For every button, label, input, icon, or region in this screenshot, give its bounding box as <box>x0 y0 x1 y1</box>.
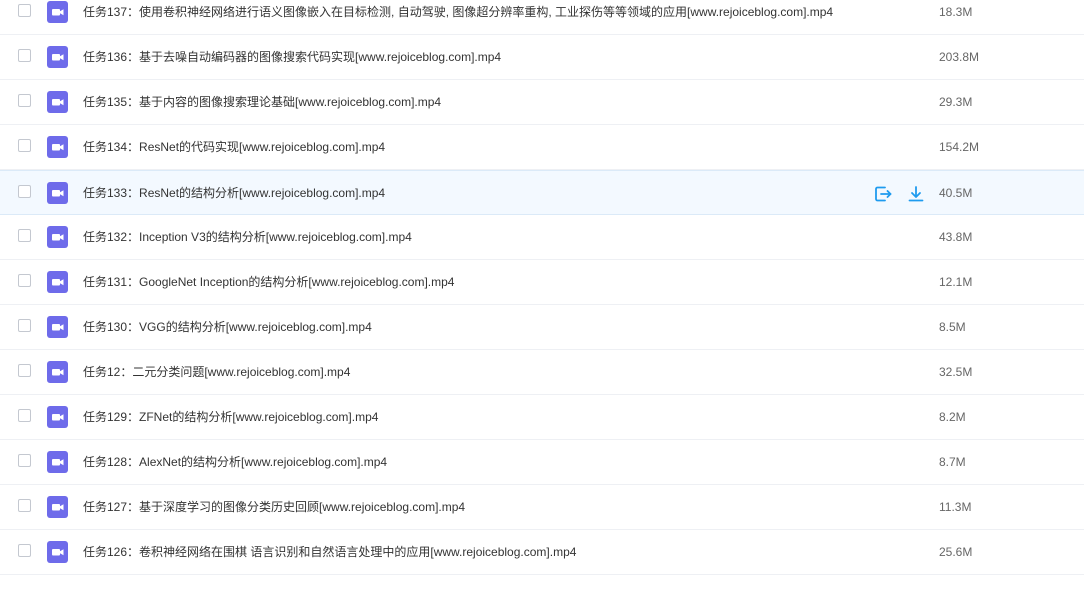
file-row[interactable]: 任务130：VGG的结构分析[www.rejoiceblog.com].mp4 8… <box>0 305 1084 350</box>
file-size: 29.3M <box>939 95 973 109</box>
file-name-link[interactable]: 任务130：VGG的结构分析[www.rejoiceblog.com].mp4 <box>83 319 372 335</box>
video-file-icon <box>47 182 68 204</box>
file-row[interactable]: 任务126：卷积神经网络在围棋 语言识别和自然语言处理中的应用[www.rejo… <box>0 530 1084 575</box>
video-file-icon <box>47 451 68 473</box>
row-checkbox[interactable] <box>18 185 31 198</box>
row-checkbox[interactable] <box>18 319 31 332</box>
video-file-icon <box>47 271 68 293</box>
file-size: 8.7M <box>939 455 966 469</box>
file-size: 154.2M <box>939 140 980 154</box>
file-name-link[interactable]: 任务133：ResNet的结构分析[www.rejoiceblog.com].m… <box>83 185 385 201</box>
file-row[interactable]: 任务134：ResNet的代码实现[www.rejoiceblog.com].m… <box>0 125 1084 170</box>
row-checkbox[interactable] <box>18 544 31 557</box>
file-size: 25.6M <box>939 545 973 559</box>
row-checkbox[interactable] <box>18 454 31 467</box>
row-checkbox[interactable] <box>18 274 31 287</box>
file-size: 203.8M <box>939 50 980 64</box>
download-icon <box>908 186 924 202</box>
file-size: 8.5M <box>939 320 966 334</box>
file-row[interactable]: 任务136：基于去噪自动编码器的图像搜索代码实现[www.rejoiceblog… <box>0 35 1084 80</box>
file-size: 8.2M <box>939 410 966 424</box>
file-name-link[interactable]: 任务132：Inception V3的结构分析[www.rejoiceblog.… <box>83 229 412 245</box>
file-size: 32.5M <box>939 365 973 379</box>
file-row[interactable]: 任务135：基于内容的图像搜索理论基础[www.rejoiceblog.com]… <box>0 80 1084 125</box>
video-file-icon <box>47 136 68 158</box>
file-name-link[interactable]: 任务134：ResNet的代码实现[www.rejoiceblog.com].m… <box>83 139 385 155</box>
file-list: 任务137：使用卷积神经网络进行语义图像嵌入在目标检测, 自动驾驶, 图像超分辨… <box>0 0 1084 599</box>
file-name-link[interactable]: 任务131：GoogleNet Inception的结构分析[www.rejoi… <box>83 274 455 290</box>
file-row[interactable]: 任务131：GoogleNet Inception的结构分析[www.rejoi… <box>0 260 1084 305</box>
video-file-icon <box>47 316 68 338</box>
row-checkbox[interactable] <box>18 94 31 107</box>
file-name-link[interactable]: 任务127：基于深度学习的图像分类历史回顾[www.rejoiceblog.co… <box>83 499 465 515</box>
video-file-icon <box>47 361 68 383</box>
file-row[interactable]: 任务132：Inception V3的结构分析[www.rejoiceblog.… <box>0 215 1084 260</box>
row-checkbox[interactable] <box>18 409 31 422</box>
row-checkbox[interactable] <box>18 499 31 512</box>
row-checkbox[interactable] <box>18 364 31 377</box>
file-name-link[interactable]: 任务135：基于内容的图像搜索理论基础[www.rejoiceblog.com]… <box>83 94 441 110</box>
file-name-link[interactable]: 任务136：基于去噪自动编码器的图像搜索代码实现[www.rejoiceblog… <box>83 49 501 65</box>
file-row[interactable]: 任务128：AlexNet的结构分析[www.rejoiceblog.com].… <box>0 440 1084 485</box>
file-size: 43.8M <box>939 230 973 244</box>
file-row[interactable]: 任务133：ResNet的结构分析[www.rejoiceblog.com].m… <box>0 170 1084 215</box>
file-row[interactable]: 任务12：二元分类问题[www.rejoiceblog.com].mp4 32.5… <box>0 350 1084 395</box>
file-size: 11.3M <box>939 500 972 514</box>
file-name-link[interactable]: 任务137：使用卷积神经网络进行语义图像嵌入在目标检测, 自动驾驶, 图像超分辨… <box>83 4 833 20</box>
file-size: 40.5M <box>939 186 973 200</box>
row-checkbox[interactable] <box>18 139 31 152</box>
file-size: 18.3M <box>939 5 973 19</box>
file-name-link[interactable]: 任务12：二元分类问题[www.rejoiceblog.com].mp4 <box>83 364 350 380</box>
row-checkbox[interactable] <box>18 4 31 17</box>
file-size: 12.1M <box>939 275 973 289</box>
file-name-link[interactable]: 任务126：卷积神经网络在围棋 语言识别和自然语言处理中的应用[www.rejo… <box>83 544 576 560</box>
video-file-icon <box>47 226 68 248</box>
file-name-link[interactable]: 任务128：AlexNet的结构分析[www.rejoiceblog.com].… <box>83 454 387 470</box>
share-button[interactable] <box>872 183 894 205</box>
video-file-icon <box>47 496 68 518</box>
video-file-icon <box>47 406 68 428</box>
download-button[interactable] <box>905 183 927 205</box>
video-file-icon <box>47 46 68 68</box>
video-file-icon <box>47 91 68 113</box>
file-row[interactable]: 任务127：基于深度学习的图像分类历史回顾[www.rejoiceblog.co… <box>0 485 1084 530</box>
share-icon <box>875 186 892 202</box>
video-file-icon <box>47 541 68 563</box>
file-row[interactable]: 任务129：ZFNet的结构分析[www.rejoiceblog.com].mp… <box>0 395 1084 440</box>
row-checkbox[interactable] <box>18 229 31 242</box>
row-checkbox[interactable] <box>18 49 31 62</box>
file-row[interactable]: 任务137：使用卷积神经网络进行语义图像嵌入在目标检测, 自动驾驶, 图像超分辨… <box>0 0 1084 35</box>
video-file-icon <box>47 1 68 23</box>
file-name-link[interactable]: 任务129：ZFNet的结构分析[www.rejoiceblog.com].mp… <box>83 409 378 425</box>
